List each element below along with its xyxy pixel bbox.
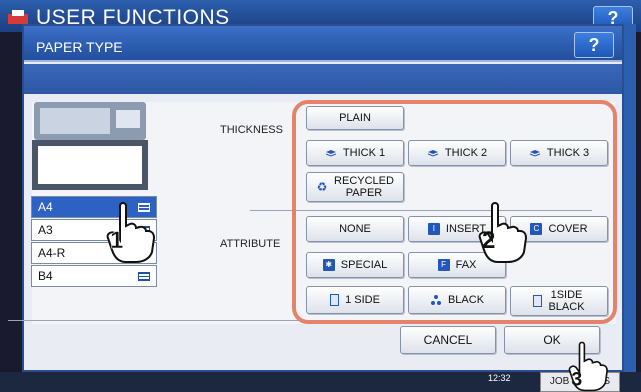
paper-size-label: A3 (38, 223, 53, 237)
paper-size-label: B4 (38, 269, 53, 283)
cancel-button[interactable]: CANCEL (400, 326, 496, 354)
paper-stack-icon (138, 271, 150, 281)
callout-number: 3 (571, 369, 582, 391)
hand-pointer-icon: 1 (106, 202, 156, 263)
dialog-info-strip (24, 64, 622, 94)
ok-label: OK (543, 333, 561, 347)
paper-size-label: A4-R (38, 246, 66, 260)
thickness-label: THICKNESS (220, 124, 283, 136)
highlight-frame (292, 100, 617, 324)
right-edge-bar (624, 24, 636, 372)
dialog-help-button[interactable]: ? (574, 32, 614, 58)
hand-pointer-icon: 3 (568, 341, 608, 392)
copier-illustration (32, 102, 148, 190)
paper-size-b4[interactable]: B4 (31, 265, 157, 287)
paper-size-label: A4 (38, 200, 53, 214)
clock: 12:32 (488, 373, 511, 383)
callout-number: 1 (110, 227, 123, 254)
attribute-label: ATTRIBUTE (220, 238, 281, 250)
dialog-header: PAPER TYPE ? (24, 26, 622, 62)
cancel-label: CANCEL (423, 333, 473, 347)
hand-pointer-icon: 2 (478, 202, 528, 263)
dialog-title: PAPER TYPE (36, 39, 123, 55)
callout-number: 2 (482, 227, 495, 254)
